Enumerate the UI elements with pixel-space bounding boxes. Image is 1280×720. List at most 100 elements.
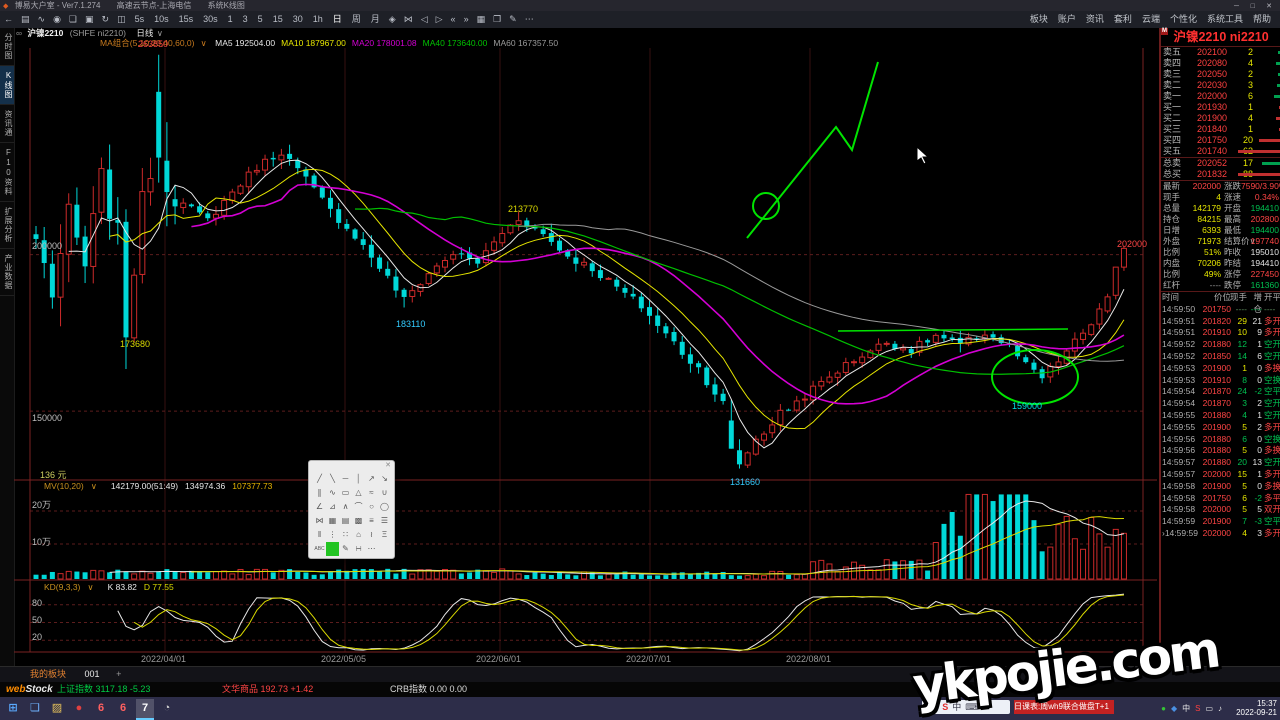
menu-item-板块[interactable]: 板块	[1025, 11, 1053, 27]
mv-selector[interactable]: MV(10,20)∨	[44, 481, 104, 491]
draw-tool-3-4[interactable]: ≡	[365, 514, 378, 528]
prev-icon[interactable]: ◁	[417, 11, 432, 27]
period-button-5s[interactable]: 5s	[130, 11, 150, 27]
draw-tool-1-4[interactable]: ≈	[365, 486, 378, 500]
period-button-15[interactable]: 15	[268, 11, 288, 27]
start-icon[interactable]: ⊞	[4, 699, 22, 718]
menu-item-帮助[interactable]: 帮助	[1248, 11, 1276, 27]
period-button-10s[interactable]: 10s	[149, 11, 174, 27]
draw-tool-1-5[interactable]: ∪	[378, 486, 391, 500]
refresh-icon[interactable]: ↻	[98, 11, 114, 27]
draw-tool-3-2[interactable]: ▤	[339, 514, 352, 528]
window-icon[interactable]: ◫	[113, 11, 130, 27]
layout-icon[interactable]: ❏	[65, 11, 81, 27]
period-button-30[interactable]: 30	[288, 11, 308, 27]
tray-icon-3[interactable]: S	[1195, 704, 1200, 713]
kd-selector[interactable]: KD(9,3,3)∨	[44, 582, 101, 592]
draw-tool-5-0[interactable]: ABC	[313, 542, 326, 556]
draw-tool-0-5[interactable]: ↘	[378, 472, 391, 486]
drawing-tools-palette[interactable]: ✕ ╱╲─│↗↘∥∿▭△≈∪∠⊿∧⌒○◯⋈▦▤▩≡☰‖⋮∷⌂≀ΞABC■✎∺⋯	[308, 460, 395, 559]
draw-tool-4-5[interactable]: Ξ	[378, 528, 391, 542]
draw-tool-5-5[interactable]	[378, 542, 391, 556]
tray-icon-5[interactable]: ♪	[1218, 704, 1222, 713]
folder-icon[interactable]: ▨	[48, 699, 66, 718]
tray-icon-2[interactable]: 中	[1182, 704, 1190, 713]
expand-icon[interactable]: »	[460, 11, 473, 27]
draw-tool-5-3[interactable]: ∺	[352, 542, 365, 556]
explorer-icon[interactable]: ❏	[26, 699, 44, 718]
menu-item-系统工具[interactable]: 系统工具	[1202, 11, 1248, 27]
draw-tool-2-3[interactable]: ⌒	[352, 500, 365, 514]
draw-tool-2-5[interactable]: ◯	[378, 500, 391, 514]
close-icon[interactable]: ✕	[385, 461, 391, 469]
sidebar-tab-K线图[interactable]: K线图	[0, 66, 14, 105]
compass-icon[interactable]: ◉	[49, 11, 65, 27]
draw-tool-2-0[interactable]: ∠	[313, 500, 326, 514]
draw-tool-3-5[interactable]: ☰	[378, 514, 391, 528]
tab-001[interactable]: 001	[85, 669, 100, 679]
draw-icon[interactable]: ✎	[505, 11, 521, 27]
draw-tool-3-3[interactable]: ▩	[352, 514, 365, 528]
draw-tool-1-0[interactable]: ∥	[313, 486, 326, 500]
tray-icon-0[interactable]: ●	[1161, 704, 1166, 713]
draw-tool-1-3[interactable]: △	[352, 486, 365, 500]
sidebar-tab-产业数据[interactable]: 产业数据	[0, 249, 14, 296]
sidebar-tab-资讯通[interactable]: 资讯通	[0, 105, 14, 143]
draw-tool-0-0[interactable]: ╱	[313, 472, 326, 486]
tray-icon-1[interactable]: ◆	[1171, 704, 1177, 713]
draw-tool-4-2[interactable]: ∷	[339, 528, 352, 542]
app7-icon[interactable]: 7	[136, 699, 154, 720]
copy-icon[interactable]: ❐	[489, 11, 505, 27]
menu-item-云端[interactable]: 云端	[1137, 11, 1165, 27]
draw-tool-4-0[interactable]: ‖	[313, 528, 326, 542]
period-button-3[interactable]: 3	[238, 11, 253, 27]
diamond-icon[interactable]: ◈	[385, 11, 400, 27]
next-icon[interactable]: ▷	[432, 11, 447, 27]
menu-item-资讯[interactable]: 资讯	[1081, 11, 1109, 27]
menu-item-账户[interactable]: 账户	[1053, 11, 1081, 27]
back-icon[interactable]: ←	[0, 11, 17, 27]
menu-item-个性化[interactable]: 个性化	[1165, 11, 1202, 27]
app6b-icon[interactable]: 6	[114, 699, 132, 718]
draw-tool-0-1[interactable]: ╲	[326, 472, 339, 486]
period-button-1h[interactable]: 1h	[308, 11, 328, 27]
chart-canvas[interactable]	[14, 48, 1157, 666]
draw-tool-1-1[interactable]: ∿	[326, 486, 339, 500]
draw-tool-4-1[interactable]: ⋮	[326, 528, 339, 542]
draw-tool-2-2[interactable]: ∧	[339, 500, 352, 514]
draw-tool-1-2[interactable]: ▭	[339, 486, 352, 500]
draw-tool-5-1[interactable]: ■	[326, 542, 339, 556]
draw-tool-2-1[interactable]: ⊿	[326, 500, 339, 514]
obs-icon[interactable]: ◔	[158, 699, 176, 718]
period-selector[interactable]: 日线	[136, 28, 153, 38]
more-icon[interactable]: ⋯	[521, 11, 538, 27]
table-icon[interactable]: ▦	[473, 11, 490, 27]
period-button-月[interactable]: 月	[366, 11, 385, 27]
draw-tool-4-3[interactable]: ⌂	[352, 528, 365, 542]
draw-tool-0-4[interactable]: ↗	[365, 472, 378, 486]
draw-tool-0-2[interactable]: ─	[339, 472, 352, 486]
sidebar-tab-F10资料[interactable]: F10资料	[0, 143, 14, 202]
save-icon[interactable]: ▣	[81, 11, 98, 27]
draw-tool-4-4[interactable]: ≀	[365, 528, 378, 542]
draw-tool-5-2[interactable]: ✎	[339, 542, 352, 556]
compare-icon[interactable]: ⋈	[400, 11, 417, 27]
sidebar-tab-分时图[interactable]: 分时图	[0, 28, 14, 66]
period-button-1[interactable]: 1	[223, 11, 238, 27]
period-button-30s[interactable]: 30s	[198, 11, 223, 27]
red-app-icon[interactable]: ●	[70, 699, 88, 718]
draw-tool-3-1[interactable]: ▦	[326, 514, 339, 528]
app6-icon[interactable]: 6	[92, 699, 110, 718]
symbol-name[interactable]: 沪镍2210	[27, 28, 63, 38]
chevron-down-icon[interactable]: ∨	[157, 28, 163, 38]
draw-tool-5-4[interactable]: ⋯	[365, 542, 378, 556]
draw-tool-3-0[interactable]: ⋈	[313, 514, 326, 528]
period-button-周[interactable]: 周	[347, 11, 366, 27]
chevron-down-icon[interactable]: ∨	[201, 38, 207, 48]
line-chart-icon[interactable]: ∿	[34, 11, 50, 27]
collapse-icon[interactable]: «	[447, 11, 460, 27]
chart-area[interactable]: 2638501736801831102137701316601590002020…	[14, 48, 1157, 666]
draw-tool-0-3[interactable]: │	[352, 472, 365, 486]
period-button-5[interactable]: 5	[253, 11, 268, 27]
add-tab-button[interactable]: +	[116, 669, 121, 679]
